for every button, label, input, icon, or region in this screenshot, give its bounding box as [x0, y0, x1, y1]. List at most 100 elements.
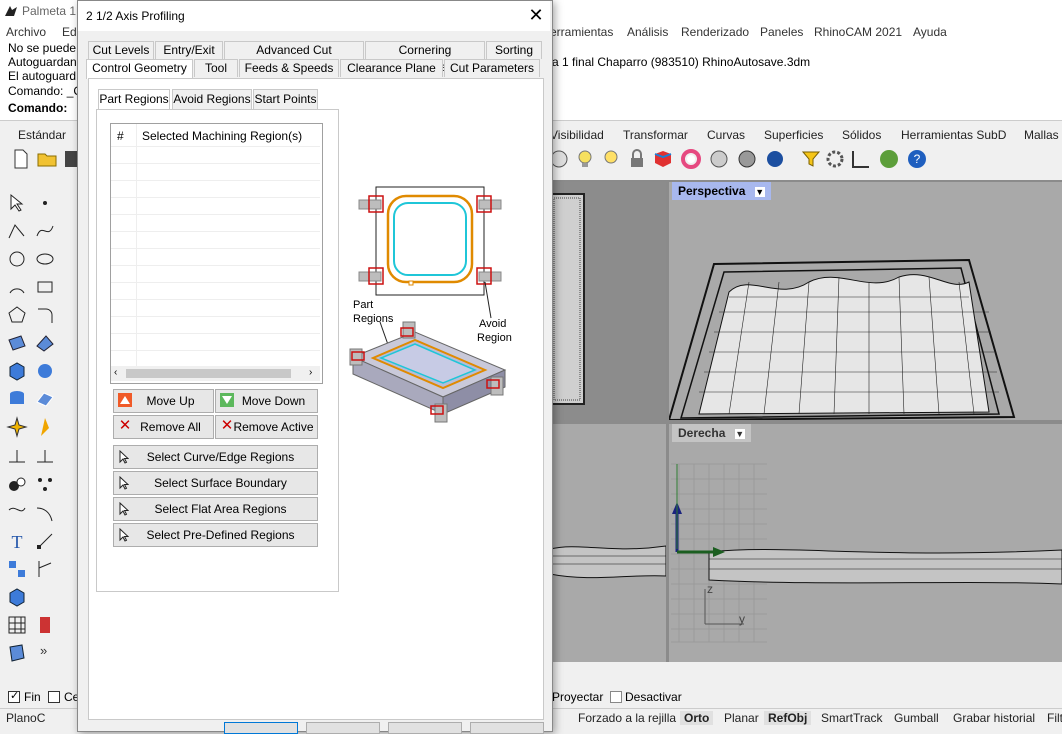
status-orto[interactable]: Orto — [680, 711, 714, 725]
dialog-button[interactable] — [306, 722, 380, 734]
viewport-label-perspective[interactable]: Perspectiva ▼ — [672, 182, 771, 200]
chevron-down-icon[interactable]: ▼ — [754, 187, 765, 197]
dialog-button[interactable] — [470, 722, 544, 734]
menu-analisis[interactable]: Análisis — [627, 25, 668, 39]
sphere-shaded-icon[interactable] — [736, 148, 758, 170]
cylinder-icon[interactable] — [6, 388, 28, 410]
sphere-solid-icon[interactable] — [34, 360, 56, 382]
color-wheel-icon[interactable] — [680, 148, 702, 170]
scroll-left-icon[interactable]: ‹ — [114, 367, 117, 378]
dialog-button[interactable] — [388, 722, 462, 734]
chevron-down-icon[interactable]: ▼ — [734, 429, 745, 439]
subtab-start-points[interactable]: Start Points — [253, 89, 318, 110]
layers-icon[interactable] — [6, 642, 28, 664]
render-sphere-icon[interactable] — [764, 148, 786, 170]
polygon-icon[interactable] — [6, 304, 28, 326]
lock-icon[interactable] — [626, 148, 648, 170]
arc-icon[interactable] — [6, 276, 28, 298]
tab-estandar[interactable]: Estándar — [18, 128, 66, 142]
loft-icon[interactable] — [34, 332, 56, 354]
menu-paneles[interactable]: Paneles — [760, 25, 803, 39]
status-filtro[interactable]: Filt — [1047, 711, 1062, 725]
move-up-button[interactable]: Move Up — [113, 389, 214, 413]
menu-ayuda[interactable]: Ayuda — [913, 25, 947, 39]
tab-feeds-speeds[interactable]: Feeds & Speeds — [239, 59, 339, 77]
tab-cut-levels[interactable]: Cut Levels — [88, 41, 154, 59]
rectangle-icon[interactable] — [34, 276, 56, 298]
scroll-right-icon[interactable]: › — [309, 367, 312, 378]
status-smarttrack[interactable]: SmartTrack — [821, 711, 883, 725]
trim-icon[interactable] — [34, 502, 56, 524]
menu-rhinocam[interactable]: RhinoCAM 2021 — [814, 25, 902, 39]
tab-curvas[interactable]: Curvas — [707, 128, 745, 142]
subtab-part-regions[interactable]: Part Regions — [98, 89, 170, 111]
text-icon[interactable]: T — [6, 530, 28, 552]
fillet-icon[interactable] — [34, 304, 56, 326]
status-grabar-historial[interactable]: Grabar historial — [953, 711, 1035, 725]
status-planoc[interactable]: PlanoC — [6, 711, 45, 725]
mesh-icon[interactable] — [34, 388, 56, 410]
viewport-label-right[interactable]: Derecha ▼ — [672, 424, 751, 442]
tab-entry-exit[interactable]: Entry/Exit — [155, 41, 223, 59]
filter-icon[interactable] — [800, 148, 822, 170]
lightbulb-icon[interactable] — [600, 148, 622, 170]
ellipse-icon[interactable] — [34, 248, 56, 270]
tab-advanced-cut-parameters[interactable]: Advanced Cut Parameters — [224, 41, 364, 74]
grid-snap-icon[interactable] — [850, 148, 872, 170]
command-prompt[interactable]: Comando: — [8, 101, 67, 115]
scrollbar-thumb[interactable] — [126, 369, 291, 378]
tab-cut-parameters[interactable]: Cut Parameters — [444, 59, 540, 77]
tab-visibilidad[interactable]: Visibilidad — [550, 128, 604, 142]
tab-sorting[interactable]: Sorting — [486, 41, 542, 59]
point-icon[interactable] — [34, 192, 56, 214]
viewport-perspective[interactable]: Perspectiva ▼ — [669, 182, 1062, 420]
tab-mallas[interactable]: Mallas — [1024, 128, 1059, 142]
tab-control-geometry[interactable]: Control Geometry — [86, 59, 193, 79]
status-refobj[interactable]: RefObj — [764, 711, 812, 725]
select-curve-edge-button[interactable]: Select Curve/Edge Regions — [113, 445, 318, 469]
settings-gear-icon[interactable] — [824, 148, 846, 170]
status-forzado-rejilla[interactable]: Forzado a la rejilla — [578, 711, 676, 725]
select-arrow-icon[interactable] — [6, 192, 28, 214]
checkbox-ce[interactable] — [48, 691, 60, 703]
open-folder-icon[interactable] — [36, 148, 58, 170]
tab-superficies[interactable]: Superficies — [764, 128, 823, 142]
tab-transformar[interactable]: Transformar — [623, 128, 688, 142]
explode-icon[interactable] — [6, 416, 28, 438]
menu-renderizado[interactable]: Renderizado — [681, 25, 749, 39]
checkbox-desactivar[interactable] — [610, 691, 622, 703]
material-icon[interactable] — [652, 148, 674, 170]
split-icon[interactable] — [6, 502, 28, 524]
move-down-button[interactable]: Move Down — [215, 389, 318, 413]
polyline-icon[interactable] — [6, 220, 28, 242]
subtab-avoid-regions[interactable]: Avoid Regions — [172, 89, 252, 110]
osnap-proyectar[interactable]: Proyectar — [552, 690, 603, 704]
render-tools-icon[interactable] — [34, 614, 56, 636]
viewport-right[interactable]: z y Derecha ▼ — [669, 424, 1062, 662]
tab-tool[interactable]: Tool — [194, 59, 238, 77]
select-predefined-button[interactable]: Select Pre-Defined Regions — [113, 523, 318, 547]
grid-icon[interactable] — [6, 614, 28, 636]
menu-archivo[interactable]: Archivo — [6, 25, 46, 39]
solid-box-icon[interactable] — [6, 586, 28, 608]
status-gumball[interactable]: Gumball — [894, 711, 939, 725]
box-icon[interactable] — [6, 360, 28, 382]
viewport-top[interactable] — [550, 182, 666, 420]
curve-icon[interactable] — [34, 220, 56, 242]
group-icon[interactable] — [6, 474, 28, 496]
tab-clearance-plane[interactable]: Clearance Plane — [340, 59, 443, 77]
menu-edicion[interactable]: Ed — [62, 25, 77, 39]
select-flat-area-button[interactable]: Select Flat Area Regions — [113, 497, 318, 521]
array-icon[interactable] — [34, 474, 56, 496]
help-icon[interactable]: ? — [906, 148, 928, 170]
circle-icon[interactable] — [6, 248, 28, 270]
move-icon[interactable] — [6, 446, 28, 468]
sphere-icon[interactable] — [708, 148, 730, 170]
boolean-icon[interactable] — [34, 416, 56, 438]
select-surface-boundary-button[interactable]: Select Surface Boundary — [113, 471, 318, 495]
dialog-primary-button[interactable] — [224, 722, 298, 734]
block-icon[interactable] — [6, 558, 28, 580]
more-tools-icon[interactable]: » — [40, 643, 47, 658]
menu-herramientas[interactable]: erramientas — [550, 25, 613, 39]
properties-icon[interactable] — [34, 558, 56, 580]
